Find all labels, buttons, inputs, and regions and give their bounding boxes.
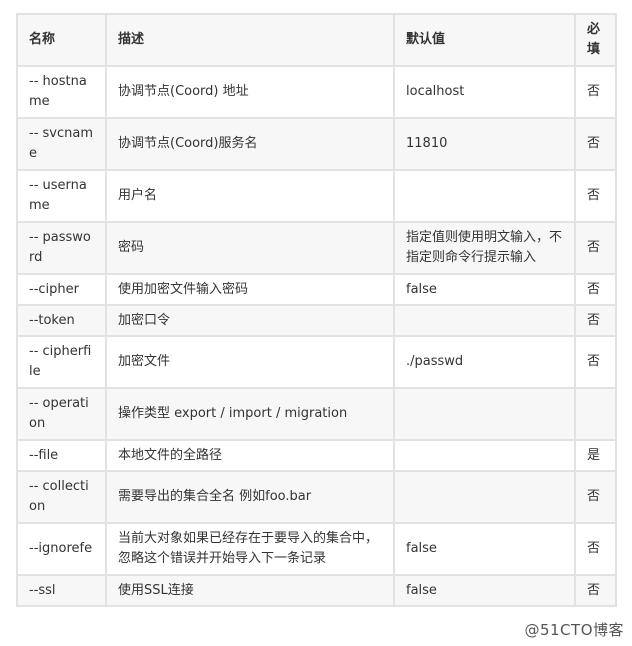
cell-default: false	[393, 273, 576, 306]
cell-name: --file	[16, 439, 107, 472]
cell-required: 否	[574, 169, 617, 223]
cell-name: --ignorefe	[16, 522, 107, 576]
cell-required: 否	[574, 522, 617, 576]
cell-name: --token	[16, 304, 107, 337]
cell-required: 否	[574, 335, 617, 389]
table-row: -- collection 需要导出的集合全名 例如foo.bar 否	[16, 470, 617, 524]
cell-description: 需要导出的集合全名 例如foo.bar	[105, 470, 395, 524]
cell-name: -- hostname	[16, 65, 107, 119]
table-row: -- svcname 协调节点(Coord)服务名 11810 否	[16, 117, 617, 171]
cell-name: -- username	[16, 169, 107, 223]
cell-description: 本地文件的全路径	[105, 439, 395, 472]
header-default: 默认值	[393, 13, 576, 67]
header-name: 名称	[16, 13, 107, 67]
cell-default: localhost	[393, 65, 576, 119]
cell-name: -- svcname	[16, 117, 107, 171]
cell-default	[393, 387, 576, 441]
cell-name: -- collection	[16, 470, 107, 524]
table-row: -- cipherfile 加密文件 ./passwd 否	[16, 335, 617, 389]
cell-default	[393, 439, 576, 472]
cell-required: 是	[574, 439, 617, 472]
header-description: 描述	[105, 13, 395, 67]
cell-default	[393, 169, 576, 223]
table-row: --token 加密口令 否	[16, 304, 617, 337]
header-required: 必 填	[574, 13, 617, 67]
cell-default: ./passwd	[393, 335, 576, 389]
cell-required: 否	[574, 273, 617, 306]
cell-required: 否	[574, 470, 617, 524]
parameters-table: 名称 描述 默认值 必 填 -- hostname 协调节点(Coord) 地址 l…	[16, 13, 617, 607]
cell-required	[574, 387, 617, 441]
cell-name: --cipher	[16, 273, 107, 306]
cell-description: 操作类型 export / import / migration	[105, 387, 395, 441]
cell-description: 使用加密文件输入密码	[105, 273, 395, 306]
table-row: --ssl 使用SSL连接 false 否	[16, 574, 617, 607]
table-row: --cipher 使用加密文件输入密码 false 否	[16, 273, 617, 306]
cell-required: 否	[574, 65, 617, 119]
cell-default: 指定值则使用明文输入，不指定则命令行提示输入	[393, 221, 576, 275]
table-row: --file 本地文件的全路径 是	[16, 439, 617, 472]
cell-default	[393, 470, 576, 524]
cell-default: false	[393, 574, 576, 607]
table-row: -- password 密码 指定值则使用明文输入，不指定则命令行提示输入否	[16, 221, 617, 275]
cell-name: -- cipherfile	[16, 335, 107, 389]
cell-description: 使用SSL连接	[105, 574, 395, 607]
cell-name: --ssl	[16, 574, 107, 607]
cell-name: -- operation	[16, 387, 107, 441]
table-row: -- operation 操作类型 export / import / migra…	[16, 387, 617, 441]
table-row: -- hostname 协调节点(Coord) 地址 localhost 否	[16, 65, 617, 119]
cell-description: 加密文件	[105, 335, 395, 389]
cell-default: false	[393, 522, 576, 576]
cell-required: 否	[574, 117, 617, 171]
cell-name: -- password	[16, 221, 107, 275]
cell-description: 用户名	[105, 169, 395, 223]
table-row: --ignorefe 当前大对象如果已经存在于要导入的集合中，忽略这个错误并开始导…	[16, 522, 617, 576]
cell-default	[393, 304, 576, 337]
cell-required: 否	[574, 574, 617, 607]
cell-description: 密码	[105, 221, 395, 275]
cell-description: 协调节点(Coord)服务名	[105, 117, 395, 171]
cell-description: 当前大对象如果已经存在于要导入的集合中，忽略这个错误并开始导入下一条记录	[105, 522, 395, 576]
watermark: @51CTO博客	[524, 621, 624, 639]
header-required-text: 必 填	[587, 22, 601, 57]
cell-default: 11810	[393, 117, 576, 171]
cell-description: 加密口令	[105, 304, 395, 337]
cell-required: 否	[574, 221, 617, 275]
table-row: -- username 用户名 否	[16, 169, 617, 223]
cell-description: 协调节点(Coord) 地址	[105, 65, 395, 119]
cell-required: 否	[574, 304, 617, 337]
table-header-row: 名称 描述 默认值 必 填	[16, 13, 617, 67]
